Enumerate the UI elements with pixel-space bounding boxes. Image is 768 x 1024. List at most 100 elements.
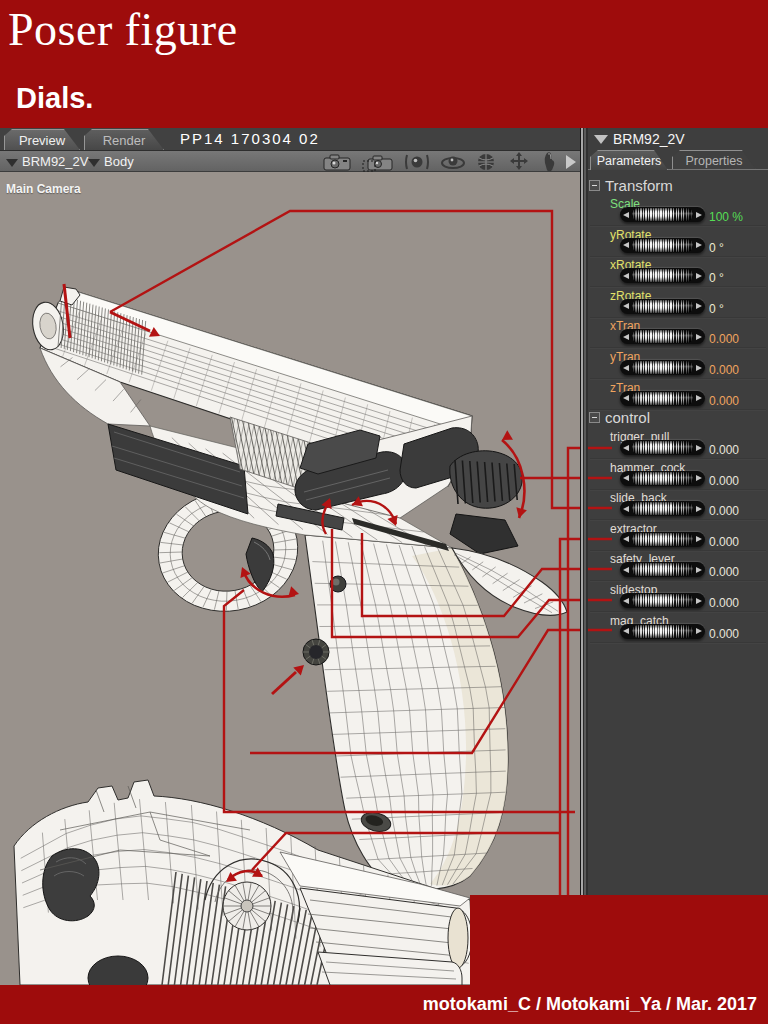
dial-value[interactable]: 0.000 xyxy=(709,443,739,457)
dial-increment-icon[interactable] xyxy=(693,268,705,283)
dial-decrement-icon[interactable] xyxy=(620,268,632,283)
hand-icon[interactable] xyxy=(542,151,556,173)
dial-drum[interactable] xyxy=(632,594,693,607)
dial-knob[interactable] xyxy=(620,532,705,547)
dial-drum[interactable] xyxy=(632,625,693,638)
dial-value[interactable]: 0.000 xyxy=(709,363,739,377)
dial-drum[interactable] xyxy=(632,361,693,374)
dial-drum[interactable] xyxy=(632,208,693,221)
dial-knob[interactable] xyxy=(620,391,705,406)
dial-decrement-icon[interactable] xyxy=(620,562,632,577)
dial-value[interactable]: 0.000 xyxy=(709,596,739,610)
dial-increment-icon[interactable] xyxy=(693,329,705,344)
dial-row-mag_catch: mag_catch0.000 xyxy=(588,611,768,641)
camera-icon[interactable] xyxy=(322,153,352,171)
dial-drum[interactable] xyxy=(632,533,693,546)
dial-value[interactable]: 0 ° xyxy=(709,271,724,285)
dial-drum[interactable] xyxy=(632,300,693,313)
tab-render[interactable]: Render xyxy=(84,129,164,150)
figure-selector[interactable]: BRM92_2V xyxy=(6,151,88,173)
dial-increment-icon[interactable] xyxy=(693,238,705,253)
dial-drum[interactable] xyxy=(632,239,693,252)
camera-dolly-icon[interactable] xyxy=(362,152,394,172)
dial-drum[interactable] xyxy=(632,472,693,485)
dial-value[interactable]: 0.000 xyxy=(709,474,739,488)
globe-icon[interactable] xyxy=(476,152,496,172)
dial-decrement-icon[interactable] xyxy=(620,329,632,344)
dial-decrement-icon[interactable] xyxy=(620,501,632,516)
dial-decrement-icon[interactable] xyxy=(620,440,632,455)
dial-value[interactable]: 0.000 xyxy=(709,332,739,346)
dial-decrement-icon[interactable] xyxy=(620,471,632,486)
credit-text: motokami_C / Motokami_Ya / Mar. 2017 xyxy=(423,994,757,1015)
dial-value[interactable]: 0.000 xyxy=(709,627,739,641)
dial-value[interactable]: 0 ° xyxy=(709,302,724,316)
rotate-sphere-icon[interactable] xyxy=(440,154,466,170)
dial-decrement-icon[interactable] xyxy=(620,207,632,222)
pane-splitter[interactable] xyxy=(580,128,588,1024)
dial-decrement-icon[interactable] xyxy=(620,593,632,608)
tab-parameters[interactable]: Parameters xyxy=(590,150,668,170)
dial-row-yTran: yTran0.000 xyxy=(588,347,768,377)
group-name: Transform xyxy=(605,177,673,194)
dial-increment-icon[interactable] xyxy=(693,624,705,639)
dial-value[interactable]: 0.000 xyxy=(709,565,739,579)
dial-value[interactable]: 0.000 xyxy=(709,504,739,518)
dial-increment-icon[interactable] xyxy=(693,299,705,314)
dial-decrement-icon[interactable] xyxy=(620,532,632,547)
dial-drum[interactable] xyxy=(632,441,693,454)
dial-knob[interactable] xyxy=(620,299,705,314)
orbit-sphere-icon[interactable] xyxy=(404,153,430,171)
dial-decrement-icon[interactable] xyxy=(620,299,632,314)
dial-knob[interactable] xyxy=(620,207,705,222)
dial-row-slide_back: slide_back0.000 xyxy=(588,488,768,518)
dial-knob[interactable] xyxy=(620,238,705,253)
dial-knob[interactable] xyxy=(620,624,705,639)
dial-drum[interactable] xyxy=(632,392,693,405)
dial-drum[interactable] xyxy=(632,563,693,576)
tab-properties[interactable]: Properties xyxy=(672,150,756,170)
dial-decrement-icon[interactable] xyxy=(620,624,632,639)
page-title: Poser figure xyxy=(8,3,238,56)
dial-knob[interactable] xyxy=(620,562,705,577)
document-title: PP14 170304 02 xyxy=(180,130,320,147)
dial-increment-icon[interactable] xyxy=(693,207,705,222)
dial-increment-icon[interactable] xyxy=(693,501,705,516)
dial-drum[interactable] xyxy=(632,502,693,515)
dial-knob[interactable] xyxy=(620,501,705,516)
dial-increment-icon[interactable] xyxy=(693,471,705,486)
dial-value[interactable]: 0 ° xyxy=(709,241,724,255)
dial-increment-icon[interactable] xyxy=(693,532,705,547)
dial-decrement-icon[interactable] xyxy=(620,360,632,375)
dial-row-xRotate: xRotate0 ° xyxy=(588,255,768,285)
dial-value[interactable]: 0.000 xyxy=(709,394,739,408)
dial-increment-icon[interactable] xyxy=(693,593,705,608)
dial-increment-icon[interactable] xyxy=(693,391,705,406)
dial-drum[interactable] xyxy=(632,330,693,343)
move-cross-icon[interactable] xyxy=(506,151,532,173)
body-part-selector[interactable]: Body xyxy=(88,151,134,173)
dial-increment-icon[interactable] xyxy=(693,562,705,577)
dial-value[interactable]: 0.000 xyxy=(709,535,739,549)
dial-knob[interactable] xyxy=(620,440,705,455)
dial-decrement-icon[interactable] xyxy=(620,238,632,253)
dial-drum[interactable] xyxy=(632,269,693,282)
dial-increment-icon[interactable] xyxy=(693,440,705,455)
collapse-minus-icon[interactable] xyxy=(589,180,600,191)
tab-preview[interactable]: Preview xyxy=(4,129,80,150)
camera-controls xyxy=(322,151,556,173)
dial-knob[interactable] xyxy=(620,329,705,344)
dial-increment-icon[interactable] xyxy=(693,360,705,375)
next-arrow-icon[interactable] xyxy=(566,155,576,169)
top-banner: Poser figure Dials. xyxy=(0,0,768,128)
dial-knob[interactable] xyxy=(620,268,705,283)
dial-decrement-icon[interactable] xyxy=(620,391,632,406)
dial-knob[interactable] xyxy=(620,471,705,486)
dial-knob[interactable] xyxy=(620,360,705,375)
dial-knob[interactable] xyxy=(620,593,705,608)
panel-figure-header[interactable]: BRM92_2V xyxy=(588,128,768,150)
collapse-minus-icon[interactable] xyxy=(589,412,600,423)
collapse-arrow-icon xyxy=(594,135,608,144)
dial-value[interactable]: 100 % xyxy=(709,210,743,224)
dial-row-yRotate: yRotate0 ° xyxy=(588,225,768,255)
